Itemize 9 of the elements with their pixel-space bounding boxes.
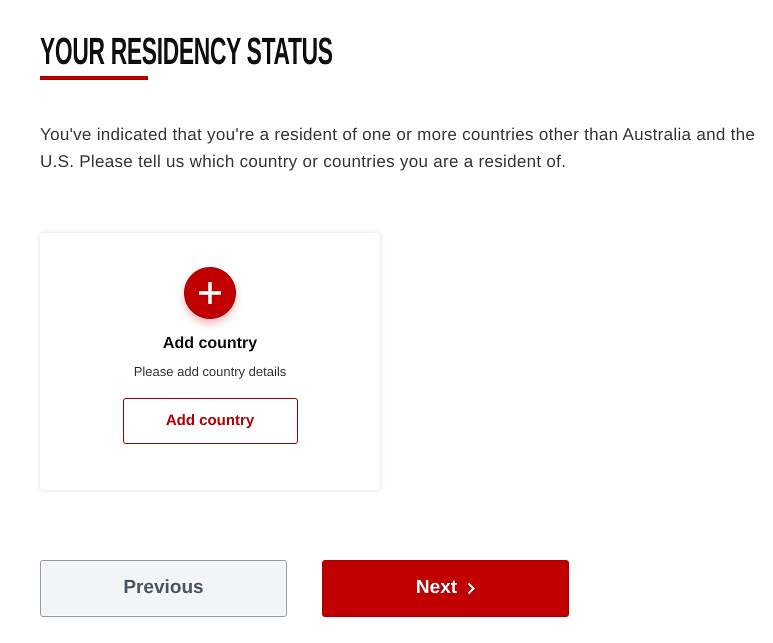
add-country-button[interactable]: Add country bbox=[122, 398, 298, 444]
chevron-right-icon bbox=[467, 582, 476, 595]
next-button[interactable]: Next bbox=[322, 560, 569, 617]
add-icon[interactable] bbox=[184, 267, 236, 319]
page-title: YOUR RESIDENCY STATUS bbox=[40, 33, 333, 71]
previous-button[interactable]: Previous bbox=[40, 560, 287, 617]
card-title: Add country bbox=[162, 334, 258, 354]
intro-paragraph: You've indicated that you're a resident of one or more countries other than Australia and the U.S. Please tell us which country or countries you are a resident of. bbox=[40, 124, 756, 173]
card-subtitle: Please add country details bbox=[134, 363, 286, 380]
